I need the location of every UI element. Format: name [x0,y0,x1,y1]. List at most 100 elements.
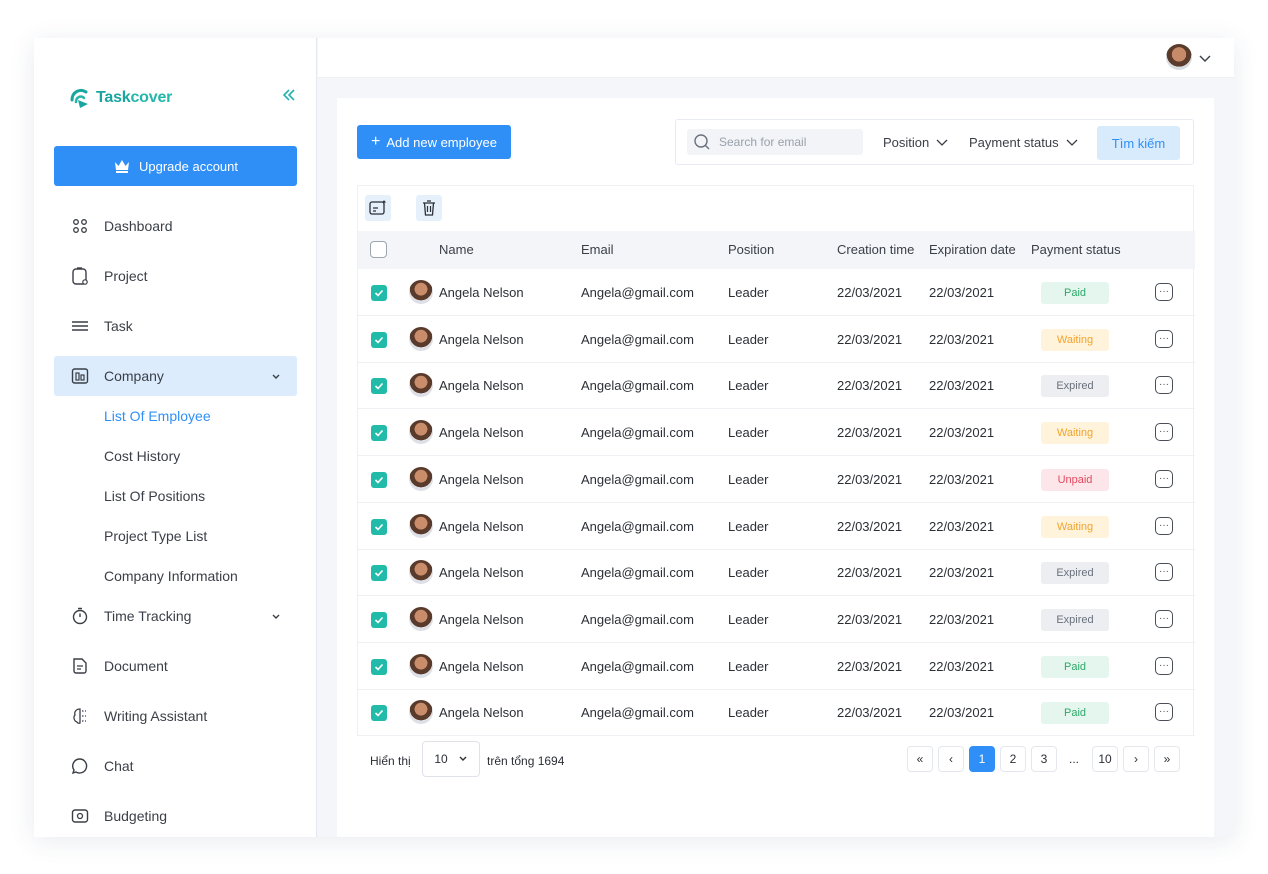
creation-time: 22/03/2021 [837,518,903,534]
sidebar: Taskcover Upgrade account Dashboard Proj… [34,38,317,837]
employee-name: Angela Nelson [439,471,524,487]
creation-time: 22/03/2021 [837,705,903,721]
row-checkbox[interactable] [371,425,387,442]
page-size-select[interactable]: 10 [422,741,480,777]
upgrade-account-button[interactable]: Upgrade account [54,146,297,186]
delete-button[interactable] [416,195,442,221]
payment-status-dropdown[interactable]: Payment status [969,135,1079,150]
table-row[interactable]: Angela Nelson Angela@gmail.com Leader 22/03… [358,689,1195,737]
column-header-payment-status[interactable]: Payment status [1031,242,1121,257]
check-icon [374,663,384,671]
page-button[interactable]: 1 [969,746,995,772]
page-button[interactable]: 10 [1092,746,1118,772]
sidebar-item-chat[interactable]: Chat [54,746,297,786]
status-badge: Expired [1041,375,1109,398]
show-label: Hiển thị [370,754,411,768]
avatar [409,280,433,304]
sidebar-item-label: Document [104,658,168,674]
employee-email: Angela@gmail.com [581,518,694,534]
table-row[interactable]: Angela Nelson Angela@gmail.com Leader 22/03… [358,362,1195,410]
table-row[interactable]: Angela Nelson Angela@gmail.com Leader 22/03… [358,549,1195,597]
employee-email: Angela@gmail.com [581,658,694,674]
add-new-employee-button[interactable]: + Add new employee [357,125,511,159]
row-checkbox[interactable] [371,705,387,722]
status-badge: Expired [1041,562,1109,585]
logo[interactable]: Taskcover [68,86,172,110]
row-checkbox[interactable] [371,565,387,582]
more-options-icon[interactable]: ··· [1155,329,1173,348]
more-options-icon[interactable]: ··· [1155,609,1173,628]
position-dropdown[interactable]: Position [883,135,949,150]
select-all-checkbox[interactable] [370,241,387,258]
row-checkbox[interactable] [371,518,387,535]
more-options-icon[interactable]: ··· [1155,469,1173,488]
sidebar-subitem-list-of-employee[interactable]: List Of Employee [104,408,211,424]
check-icon [374,336,384,344]
search-input[interactable] [719,135,849,149]
page-button[interactable]: 3 [1031,746,1057,772]
employee-position: Leader [728,705,769,721]
sidebar-subitem-company-information[interactable]: Company Information [104,568,238,584]
upgrade-account-label: Upgrade account [138,158,238,174]
sidebar-subitem-list-of-positions[interactable]: List Of Positions [104,488,205,504]
row-checkbox[interactable] [371,378,387,395]
more-options-icon[interactable]: ··· [1155,283,1173,301]
sidebar-item-task[interactable]: Task [54,306,297,346]
prev-page-button[interactable]: ‹ [938,746,964,772]
plus-icon: + [371,133,381,150]
logo-icon [70,88,88,108]
sidebar-item-budgeting[interactable]: Budgeting [54,796,297,836]
row-checkbox[interactable] [371,611,387,628]
search-button[interactable]: Tìm kiếm [1097,126,1180,160]
table-row[interactable]: Angela Nelson Angela@gmail.com Leader 22/03… [358,503,1195,550]
column-header-expiration-date[interactable]: Expiration date [929,242,1016,257]
next-page-button[interactable]: › [1123,746,1149,772]
sidebar-item-dashboard[interactable]: Dashboard [54,206,297,246]
collapse-sidebar-icon[interactable] [280,88,298,106]
row-checkbox[interactable] [371,285,387,301]
column-header-position[interactable]: Position [728,242,774,257]
sidebar-item-company[interactable]: Company [54,356,297,396]
row-checkbox[interactable] [371,331,387,348]
employee-table: Name Email Position Creation time Expira… [357,185,1195,737]
table-row[interactable]: Angela Nelson Angela@gmail.com Leader 22/03… [358,596,1195,643]
avatar [409,420,433,445]
employee-position: Leader [728,565,769,581]
table-row[interactable]: Angela Nelson Angela@gmail.com Leader 22/03… [358,316,1195,363]
employee-name: Angela Nelson [439,611,524,627]
column-header-creation-time[interactable]: Creation time [837,242,914,257]
chevron-down-icon[interactable] [1198,51,1212,69]
creation-time: 22/03/2021 [837,285,903,300]
chevron-down-icon [459,756,467,761]
creation-time: 22/03/2021 [837,658,903,674]
expiration-date: 22/03/2021 [929,518,995,534]
first-page-button[interactable]: « [907,746,933,772]
last-page-button[interactable]: » [1154,746,1180,772]
search-box[interactable] [687,129,863,155]
table-row[interactable]: Angela Nelson Angela@gmail.com Leader 22/03… [358,456,1195,503]
more-options-icon[interactable]: ··· [1155,656,1173,675]
more-options-icon[interactable]: ··· [1155,423,1173,442]
table-row[interactable]: Angela Nelson Angela@gmail.com Leader 22/03… [358,643,1195,690]
row-checkbox[interactable] [371,658,387,675]
sidebar-subitem-cost-history[interactable]: Cost History [104,448,180,464]
row-checkbox[interactable] [371,471,387,488]
add-new-employee-label: Add new employee [386,134,497,150]
chevron-down-icon [271,608,281,624]
page-button[interactable]: 2 [1000,746,1026,772]
sidebar-item-time-tracking[interactable]: Time Tracking [54,596,297,636]
table-row[interactable]: Angela Nelson Angela@gmail.com Leader 22/03… [358,409,1195,457]
export-button[interactable] [365,195,391,221]
more-options-icon[interactable]: ··· [1155,516,1173,535]
sidebar-subitem-project-type-list[interactable]: Project Type List [104,528,207,544]
column-header-email[interactable]: Email [581,242,614,257]
column-header-name[interactable]: Name [439,242,474,257]
more-options-icon[interactable]: ··· [1155,563,1173,582]
sidebar-item-project[interactable]: Project [54,256,297,296]
sidebar-item-writing-assistant[interactable]: Writing Assistant [54,696,297,736]
user-avatar[interactable] [1166,44,1192,70]
more-options-icon[interactable]: ··· [1155,376,1173,395]
sidebar-item-document[interactable]: Document [54,646,297,686]
table-row[interactable]: Angela Nelson Angela@gmail.com Leader 22/03… [358,269,1195,316]
more-options-icon[interactable]: ··· [1155,703,1173,722]
